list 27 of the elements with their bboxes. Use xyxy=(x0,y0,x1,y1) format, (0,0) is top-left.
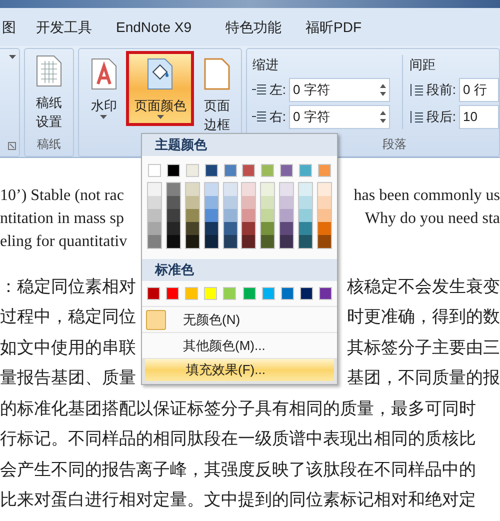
menu-heading: 主题颜色 xyxy=(142,134,337,156)
menu-heading: 标准色 xyxy=(142,259,337,281)
group-heading: 缩进 xyxy=(252,56,280,74)
field-label: 右: xyxy=(269,108,286,126)
field-label: 段后: xyxy=(426,108,456,126)
document-text: 的标准化基团搭配以保证标签分子具有相同的质量，最多可同时 xyxy=(0,398,476,420)
document-text: 其标签分子主要由三 xyxy=(347,336,500,358)
document-text: eling for quantitativ xyxy=(0,232,128,252)
document-text: 基团，不同质量的报 xyxy=(347,367,500,389)
document-text: ：稳定同位素相对 xyxy=(0,276,136,298)
document-text: 行标记。不同样品的相同肽段在一级质谱中表现出相同的质核比 xyxy=(0,428,476,450)
document-text: 时更准确，得到的数 xyxy=(347,306,500,328)
field-label: 左: xyxy=(269,80,286,99)
document-text: 过程中，稳定同位 xyxy=(0,306,136,328)
group-label: 稿纸 xyxy=(37,136,62,153)
group-heading: 间距 xyxy=(409,56,436,74)
document-text: has been commonly us xyxy=(354,186,500,206)
document-text: 量报告基团、质量 xyxy=(0,367,136,389)
document-text: 10’) Stable (not rac xyxy=(0,186,124,206)
document-text: 比来对蛋白进行相对定量。文中提到的同位素标记相对和绝对定 xyxy=(0,489,476,511)
field-label: 段前: xyxy=(426,80,456,99)
group-label: 段落 xyxy=(381,136,408,153)
document-text: 会产生不同的报告离子峰，其强度反映了该肽段在不同样品中的 xyxy=(0,458,476,480)
document-text: ntitation in mass sp xyxy=(0,208,124,228)
document-text: 核稳定不会发生衰变 xyxy=(347,276,500,298)
document-text: Why do you need sta xyxy=(364,208,500,228)
document-text: 如文中使用的串联 xyxy=(0,336,136,358)
